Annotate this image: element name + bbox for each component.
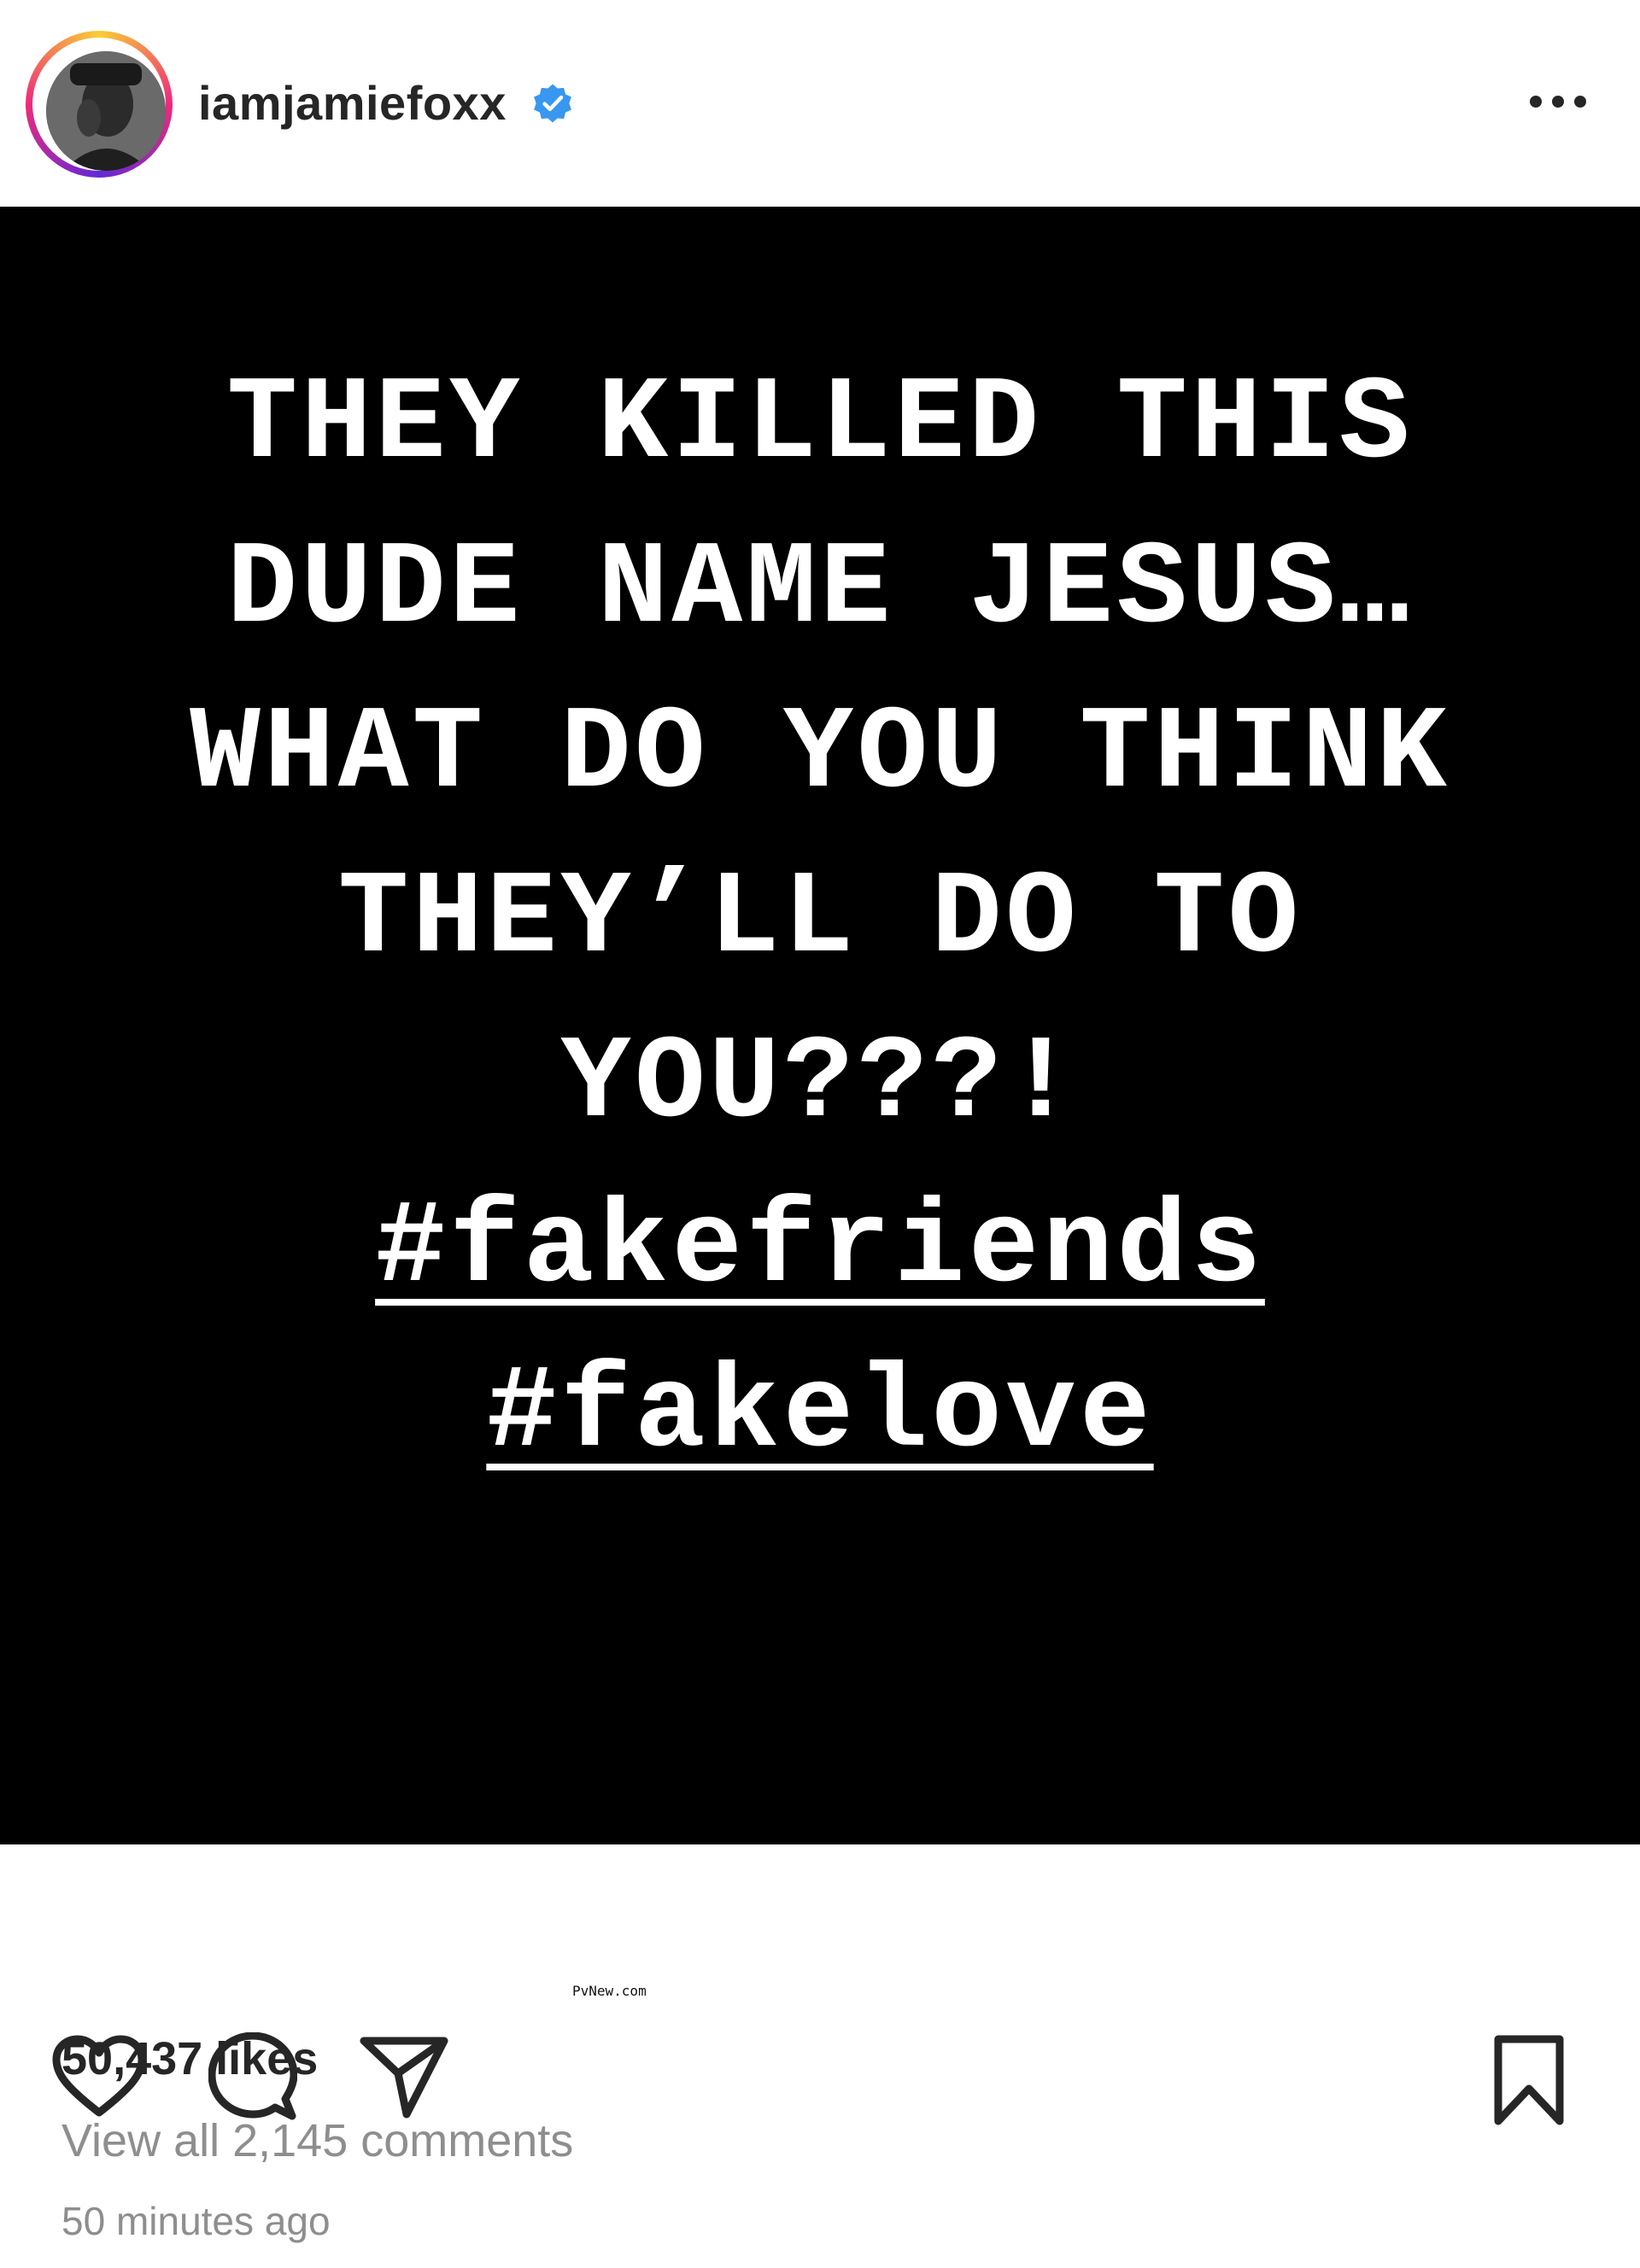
likes-count[interactable]: 50,437 likes: [62, 2032, 318, 2085]
post-caption-text: THEY KILLED THIS DUDE NAME JESUS… WHAT D…: [0, 343, 1640, 1497]
view-comments-link[interactable]: View all 2,145 comments: [62, 2114, 573, 2167]
post-timestamp: 50 minutes ago: [62, 2199, 331, 2243]
verified-badge-icon: [534, 84, 571, 123]
bookmark-icon[interactable]: [1491, 2034, 1567, 2126]
post-text-line: YOU???!: [560, 1018, 1080, 1151]
watermark: PvNew.com: [572, 1983, 647, 1999]
post-text-line: DUDE NAME JESUS…: [226, 523, 1414, 657]
username[interactable]: iamjamiefoxx: [198, 75, 507, 131]
post-header: iamjamiefoxx: [0, 0, 1640, 207]
avatar[interactable]: [46, 51, 166, 171]
share-icon[interactable]: [359, 2034, 449, 2119]
story-ring[interactable]: [26, 31, 173, 178]
hashtag-fakefriends[interactable]: #fakefriends: [375, 1167, 1265, 1332]
post-text-line: THEY KILLED THIS: [226, 359, 1414, 492]
post-text-line: THEY’LL DO TO: [337, 853, 1303, 986]
more-options-icon[interactable]: [1524, 80, 1592, 123]
post-text-line: WHAT DO YOU THINK: [190, 688, 1450, 821]
post-image[interactable]: THEY KILLED THIS DUDE NAME JESUS… WHAT D…: [0, 207, 1640, 1844]
hashtag-fakelove[interactable]: #fakelove: [486, 1332, 1153, 1497]
